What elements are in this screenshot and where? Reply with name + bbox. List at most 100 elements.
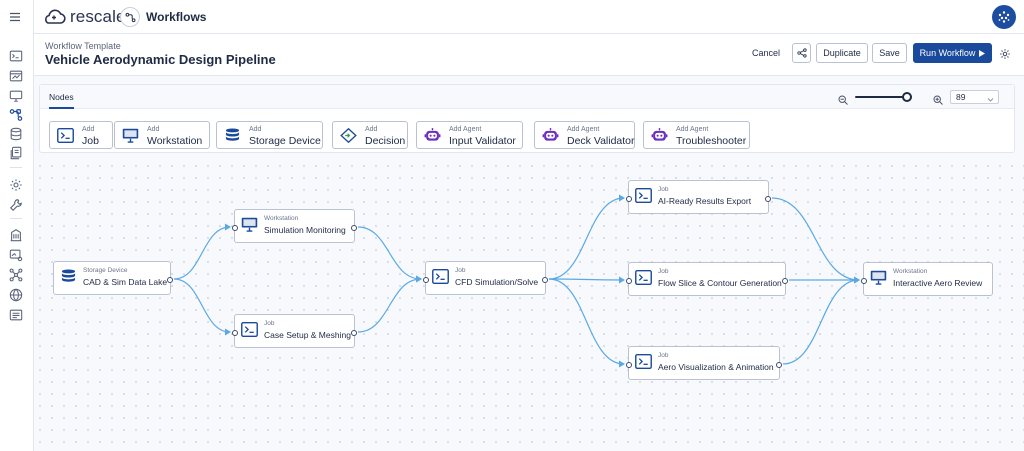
node-label: Flow Slice & Contour Generation <box>658 278 782 288</box>
add-button-caption: Add <box>82 126 95 133</box>
node-label: CAD & Sim Data Lake <box>83 277 168 287</box>
workflow-node-viz[interactable]: Job Aero Visualization & Animation <box>626 346 782 380</box>
workflow-node-cfd[interactable]: Job CFD Simulation/Solve <box>423 261 548 295</box>
zoom-in-icon[interactable] <box>933 92 943 105</box>
documents-icon[interactable] <box>9 146 23 160</box>
settings-gear-icon[interactable] <box>999 47 1011 59</box>
tab-nodes[interactable]: Nodes <box>49 92 74 109</box>
input-port[interactable] <box>861 278 867 284</box>
add-button-label: Storage Device <box>249 135 321 147</box>
input-port[interactable] <box>626 196 632 202</box>
image-window-icon[interactable] <box>9 69 23 83</box>
output-port[interactable] <box>351 330 357 336</box>
add-job-button[interactable]: Add Job <box>49 121 113 149</box>
page-title: Vehicle Aerodynamic Design Pipeline <box>45 52 276 67</box>
workflows-icon[interactable] <box>9 108 23 122</box>
workflows-app-icon <box>120 7 140 27</box>
input-port[interactable] <box>423 277 429 283</box>
add-workstation-button[interactable]: Add Workstation <box>114 121 210 149</box>
agent-icon <box>424 128 441 143</box>
add-button-caption: Add Agent <box>449 126 482 133</box>
workflow-node-monitor[interactable]: Workstation Simulation Monitoring <box>232 209 357 243</box>
storage-icon <box>60 269 77 285</box>
nodes-panel: Nodes 89 Add Job Add Workstation Add Storage … <box>39 84 1015 153</box>
workflow-node-storage[interactable]: Storage Device CAD & Sim Data Lake <box>53 261 173 295</box>
workflow-canvas[interactable] <box>34 160 1024 451</box>
save-button[interactable]: Save <box>872 43 907 63</box>
output-port[interactable] <box>776 362 782 368</box>
share-button[interactable] <box>792 43 811 63</box>
add-button-caption: Add <box>147 126 160 133</box>
node-label: Aero Visualization & Animation <box>658 362 774 372</box>
input-port[interactable] <box>232 330 238 336</box>
node-label: Case Setup & Meshing <box>264 330 351 340</box>
terminal-window-icon[interactable] <box>9 49 23 63</box>
zoom-level-select[interactable]: 89 <box>950 90 999 104</box>
node-type: Workstation <box>264 215 299 222</box>
zoom-level-value: 89 <box>956 92 966 102</box>
add-deck-validator-button[interactable]: Add Agent Deck Validator <box>534 121 635 149</box>
zoom-slider-thumb[interactable] <box>902 92 913 102</box>
input-port[interactable] <box>626 362 632 368</box>
add-button-label: Workstation <box>147 135 203 147</box>
cancel-button[interactable]: Cancel <box>746 43 786 63</box>
workflow-node-export[interactable]: Job AI-Ready Results Export <box>626 180 771 214</box>
agent-icon <box>651 128 668 143</box>
output-port[interactable] <box>351 225 357 231</box>
zoom-out-icon[interactable] <box>838 92 848 105</box>
menu-icon[interactable] <box>8 10 22 24</box>
network-icon[interactable] <box>9 268 23 282</box>
output-port[interactable] <box>167 277 173 283</box>
workstation-icon <box>870 270 887 286</box>
node-type: Job <box>455 267 466 274</box>
building-icon[interactable] <box>9 228 23 242</box>
run-workflow-button[interactable]: Run Workflow <box>913 43 992 63</box>
avatar-pattern-icon <box>998 11 1010 23</box>
wrench-icon[interactable] <box>9 198 23 212</box>
add-button-caption: Add <box>249 126 262 133</box>
add-decision-button[interactable]: Add Decision <box>332 121 408 149</box>
job-icon <box>635 270 652 286</box>
add-button-label: Deck Validator <box>567 135 635 147</box>
id-card-icon[interactable] <box>9 308 23 322</box>
node-type: Job <box>658 352 669 359</box>
database-icon[interactable] <box>9 127 23 141</box>
chevron-down-icon <box>987 94 994 102</box>
play-icon <box>979 49 986 57</box>
add-input-validator-button[interactable]: Add Agent Input Validator <box>416 121 523 149</box>
monitor-icon[interactable] <box>9 89 23 103</box>
share-icon <box>796 48 807 58</box>
node-label: Simulation Monitoring <box>264 225 346 235</box>
add-troubleshooter-button[interactable]: Add Agent Troubleshooter <box>643 121 750 149</box>
duplicate-button[interactable]: Duplicate <box>816 43 868 63</box>
sidebar-divider <box>10 167 22 168</box>
workflow-node-review[interactable]: Workstation Interactive Aero Review <box>861 262 993 296</box>
workflow-node-slice[interactable]: Job Flow Slice & Contour Generation <box>626 262 788 296</box>
workstation-icon <box>241 217 258 233</box>
add-storage-device-button[interactable]: Add Storage Device <box>216 121 323 149</box>
rescale-logo[interactable]: rescale <box>42 6 126 28</box>
user-avatar[interactable] <box>992 5 1016 29</box>
app-title: Workflows <box>146 10 207 24</box>
node-label: Interactive Aero Review <box>893 278 983 288</box>
output-port[interactable] <box>542 277 548 283</box>
node-type: Workstation <box>893 268 928 275</box>
job-icon <box>635 188 652 204</box>
job-icon <box>432 269 449 285</box>
decision-icon <box>340 127 357 144</box>
globe-icon[interactable] <box>9 288 23 302</box>
workflow-node-mesh[interactable]: Job Case Setup & Meshing <box>232 314 357 348</box>
node-type: Storage Device <box>83 267 128 274</box>
input-port[interactable] <box>232 225 238 231</box>
node-label: AI-Ready Results Export <box>658 196 752 206</box>
image-settings-icon[interactable] <box>9 248 23 262</box>
sidebar-divider <box>10 218 22 219</box>
node-type: Job <box>658 186 669 193</box>
add-button-label: Troubleshooter <box>676 135 747 147</box>
workflow-header: Workflow Template Vehicle Aerodynamic De… <box>34 34 1024 76</box>
output-port[interactable] <box>765 196 771 202</box>
input-port[interactable] <box>626 278 632 284</box>
panel-tab-bar: Nodes 89 <box>40 85 1014 109</box>
gear-icon[interactable] <box>9 178 23 192</box>
output-port[interactable] <box>782 278 788 284</box>
